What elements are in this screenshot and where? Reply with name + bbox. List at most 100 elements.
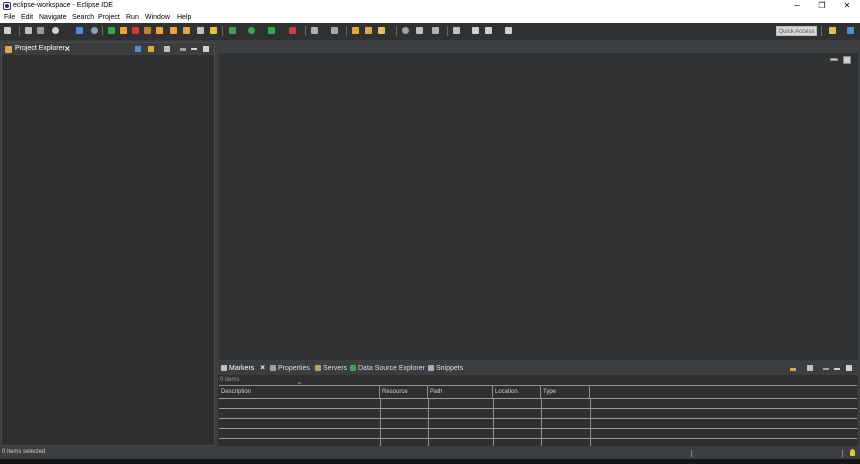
table-row-divider xyxy=(219,428,857,429)
skip-breakpoints-icon[interactable] xyxy=(76,27,83,34)
terminate-icon[interactable] xyxy=(91,27,98,34)
toolbar-separator xyxy=(305,26,306,36)
menu-help[interactable]: Help xyxy=(177,13,191,22)
run-icon[interactable] xyxy=(248,27,255,34)
step-return-icon[interactable] xyxy=(183,27,190,34)
table-column-divider xyxy=(590,398,591,446)
servers-icon xyxy=(315,365,321,371)
menu-window[interactable]: Window xyxy=(145,13,170,22)
forward-icon[interactable] xyxy=(505,27,512,34)
project-explorer-view: Project Explorer × xyxy=(1,42,215,446)
window-title: eclipse-workspace - Eclipse IDE xyxy=(13,2,113,9)
search-icon[interactable] xyxy=(402,27,409,34)
java-ee-perspective-icon[interactable] xyxy=(847,27,854,34)
data-source-icon xyxy=(350,365,356,371)
toolbar-separator xyxy=(19,26,20,36)
save-icon[interactable] xyxy=(25,27,32,34)
menu-bar: File Edit Navigate Search Project Run Wi… xyxy=(0,12,860,23)
tab-markers[interactable]: Markers × xyxy=(221,362,265,375)
debug-run-icon[interactable] xyxy=(229,27,236,34)
project-explorer-title[interactable]: Project Explorer xyxy=(15,43,65,55)
suspend-icon[interactable] xyxy=(120,27,127,34)
column-header-location[interactable]: Location xyxy=(493,386,541,398)
minimize-view-icon[interactable] xyxy=(834,368,840,370)
open-file-icon[interactable] xyxy=(365,27,372,34)
menu-run[interactable]: Run xyxy=(126,13,139,22)
open-folder-icon[interactable] xyxy=(352,27,359,34)
filter-icon[interactable] xyxy=(164,46,170,52)
table-row-divider xyxy=(219,438,857,439)
snippets-icon xyxy=(428,365,434,371)
view-menu-icon[interactable] xyxy=(823,368,829,370)
close-tab-icon[interactable]: × xyxy=(64,43,71,55)
minimize-editor-button[interactable] xyxy=(830,58,838,61)
annotation-icon[interactable] xyxy=(432,27,439,34)
link-with-editor-icon[interactable] xyxy=(148,46,154,52)
tab-servers[interactable]: Servers xyxy=(315,362,347,375)
status-bar: 0 items selected xyxy=(0,447,860,459)
resume-icon[interactable] xyxy=(108,27,115,34)
tab-properties[interactable]: Properties xyxy=(270,362,310,375)
tip-lightbulb-icon[interactable] xyxy=(850,449,855,456)
close-button[interactable]: ✕ xyxy=(836,0,858,12)
open-type-icon[interactable] xyxy=(210,27,217,34)
step-into-icon[interactable] xyxy=(156,27,163,34)
coverage-icon[interactable] xyxy=(268,27,275,34)
arrow-right-icon[interactable] xyxy=(790,368,796,371)
use-step-filters-icon[interactable] xyxy=(197,27,204,34)
quick-access-input[interactable]: Quick Access xyxy=(776,26,817,36)
items-count: 0 items xyxy=(220,377,240,383)
column-header-path[interactable]: Path xyxy=(428,386,493,398)
stop-icon[interactable] xyxy=(132,27,139,34)
table-row-divider xyxy=(219,418,857,419)
column-header-type[interactable]: Type xyxy=(541,386,590,398)
tasks-icon[interactable] xyxy=(416,27,423,34)
tab-servers-label: Servers xyxy=(323,365,348,372)
toolbar-separator xyxy=(222,26,223,36)
pin-icon[interactable] xyxy=(453,27,460,34)
collapse-all-icon[interactable] xyxy=(135,46,141,52)
toolbar-separator xyxy=(396,26,397,36)
maximize-button[interactable]: ❐ xyxy=(811,0,833,12)
menu-project[interactable]: Project xyxy=(98,13,120,22)
last-edit-icon[interactable] xyxy=(472,27,479,34)
new-server-icon[interactable] xyxy=(311,27,318,34)
new-package-icon[interactable] xyxy=(331,27,338,34)
minimize-button[interactable]: − xyxy=(786,0,808,12)
column-header-resource[interactable]: Resource xyxy=(380,386,428,398)
back-icon[interactable] xyxy=(485,27,492,34)
disconnect-icon[interactable] xyxy=(144,27,151,34)
debug-perspective-icon[interactable] xyxy=(52,27,59,34)
maximize-view-icon[interactable] xyxy=(203,46,209,52)
menu-file[interactable]: File xyxy=(4,13,15,22)
project-explorer-tabbar: Project Explorer × xyxy=(2,43,214,55)
step-over-icon[interactable] xyxy=(170,27,177,34)
new-icon[interactable] xyxy=(4,27,11,34)
menu-navigate[interactable]: Navigate xyxy=(39,13,67,22)
markers-table: Description ^ Resource Path Location Typ… xyxy=(219,382,857,446)
markers-icon xyxy=(221,365,227,371)
tab-data-source-explorer[interactable]: Data Source Explorer xyxy=(350,362,425,375)
tab-snippets[interactable]: Snippets xyxy=(428,362,463,375)
eclipse-app-icon xyxy=(3,2,11,10)
maximize-editor-button[interactable] xyxy=(843,56,851,64)
status-separator xyxy=(691,450,692,457)
view-menu-icon[interactable] xyxy=(180,48,186,51)
open-perspective-icon[interactable] xyxy=(829,27,836,34)
external-tools-icon[interactable] xyxy=(289,27,296,34)
save-all-icon[interactable] xyxy=(37,27,44,34)
table-row-divider xyxy=(219,398,857,399)
toolbar-separator xyxy=(821,26,822,36)
menu-search[interactable]: Search xyxy=(72,13,94,22)
minimize-view-icon[interactable] xyxy=(191,48,197,50)
maximize-view-icon[interactable] xyxy=(846,365,852,371)
table-column-divider xyxy=(380,398,381,446)
close-tab-icon[interactable]: × xyxy=(260,363,265,372)
edit-icon[interactable] xyxy=(378,27,385,34)
menu-edit[interactable]: Edit xyxy=(21,13,33,22)
filter-icon[interactable] xyxy=(807,365,813,371)
taskbar-strip xyxy=(0,459,860,464)
status-text: 0 items selected xyxy=(2,449,46,455)
table-column-divider xyxy=(493,398,494,446)
sort-caret-icon: ^ xyxy=(297,382,303,389)
